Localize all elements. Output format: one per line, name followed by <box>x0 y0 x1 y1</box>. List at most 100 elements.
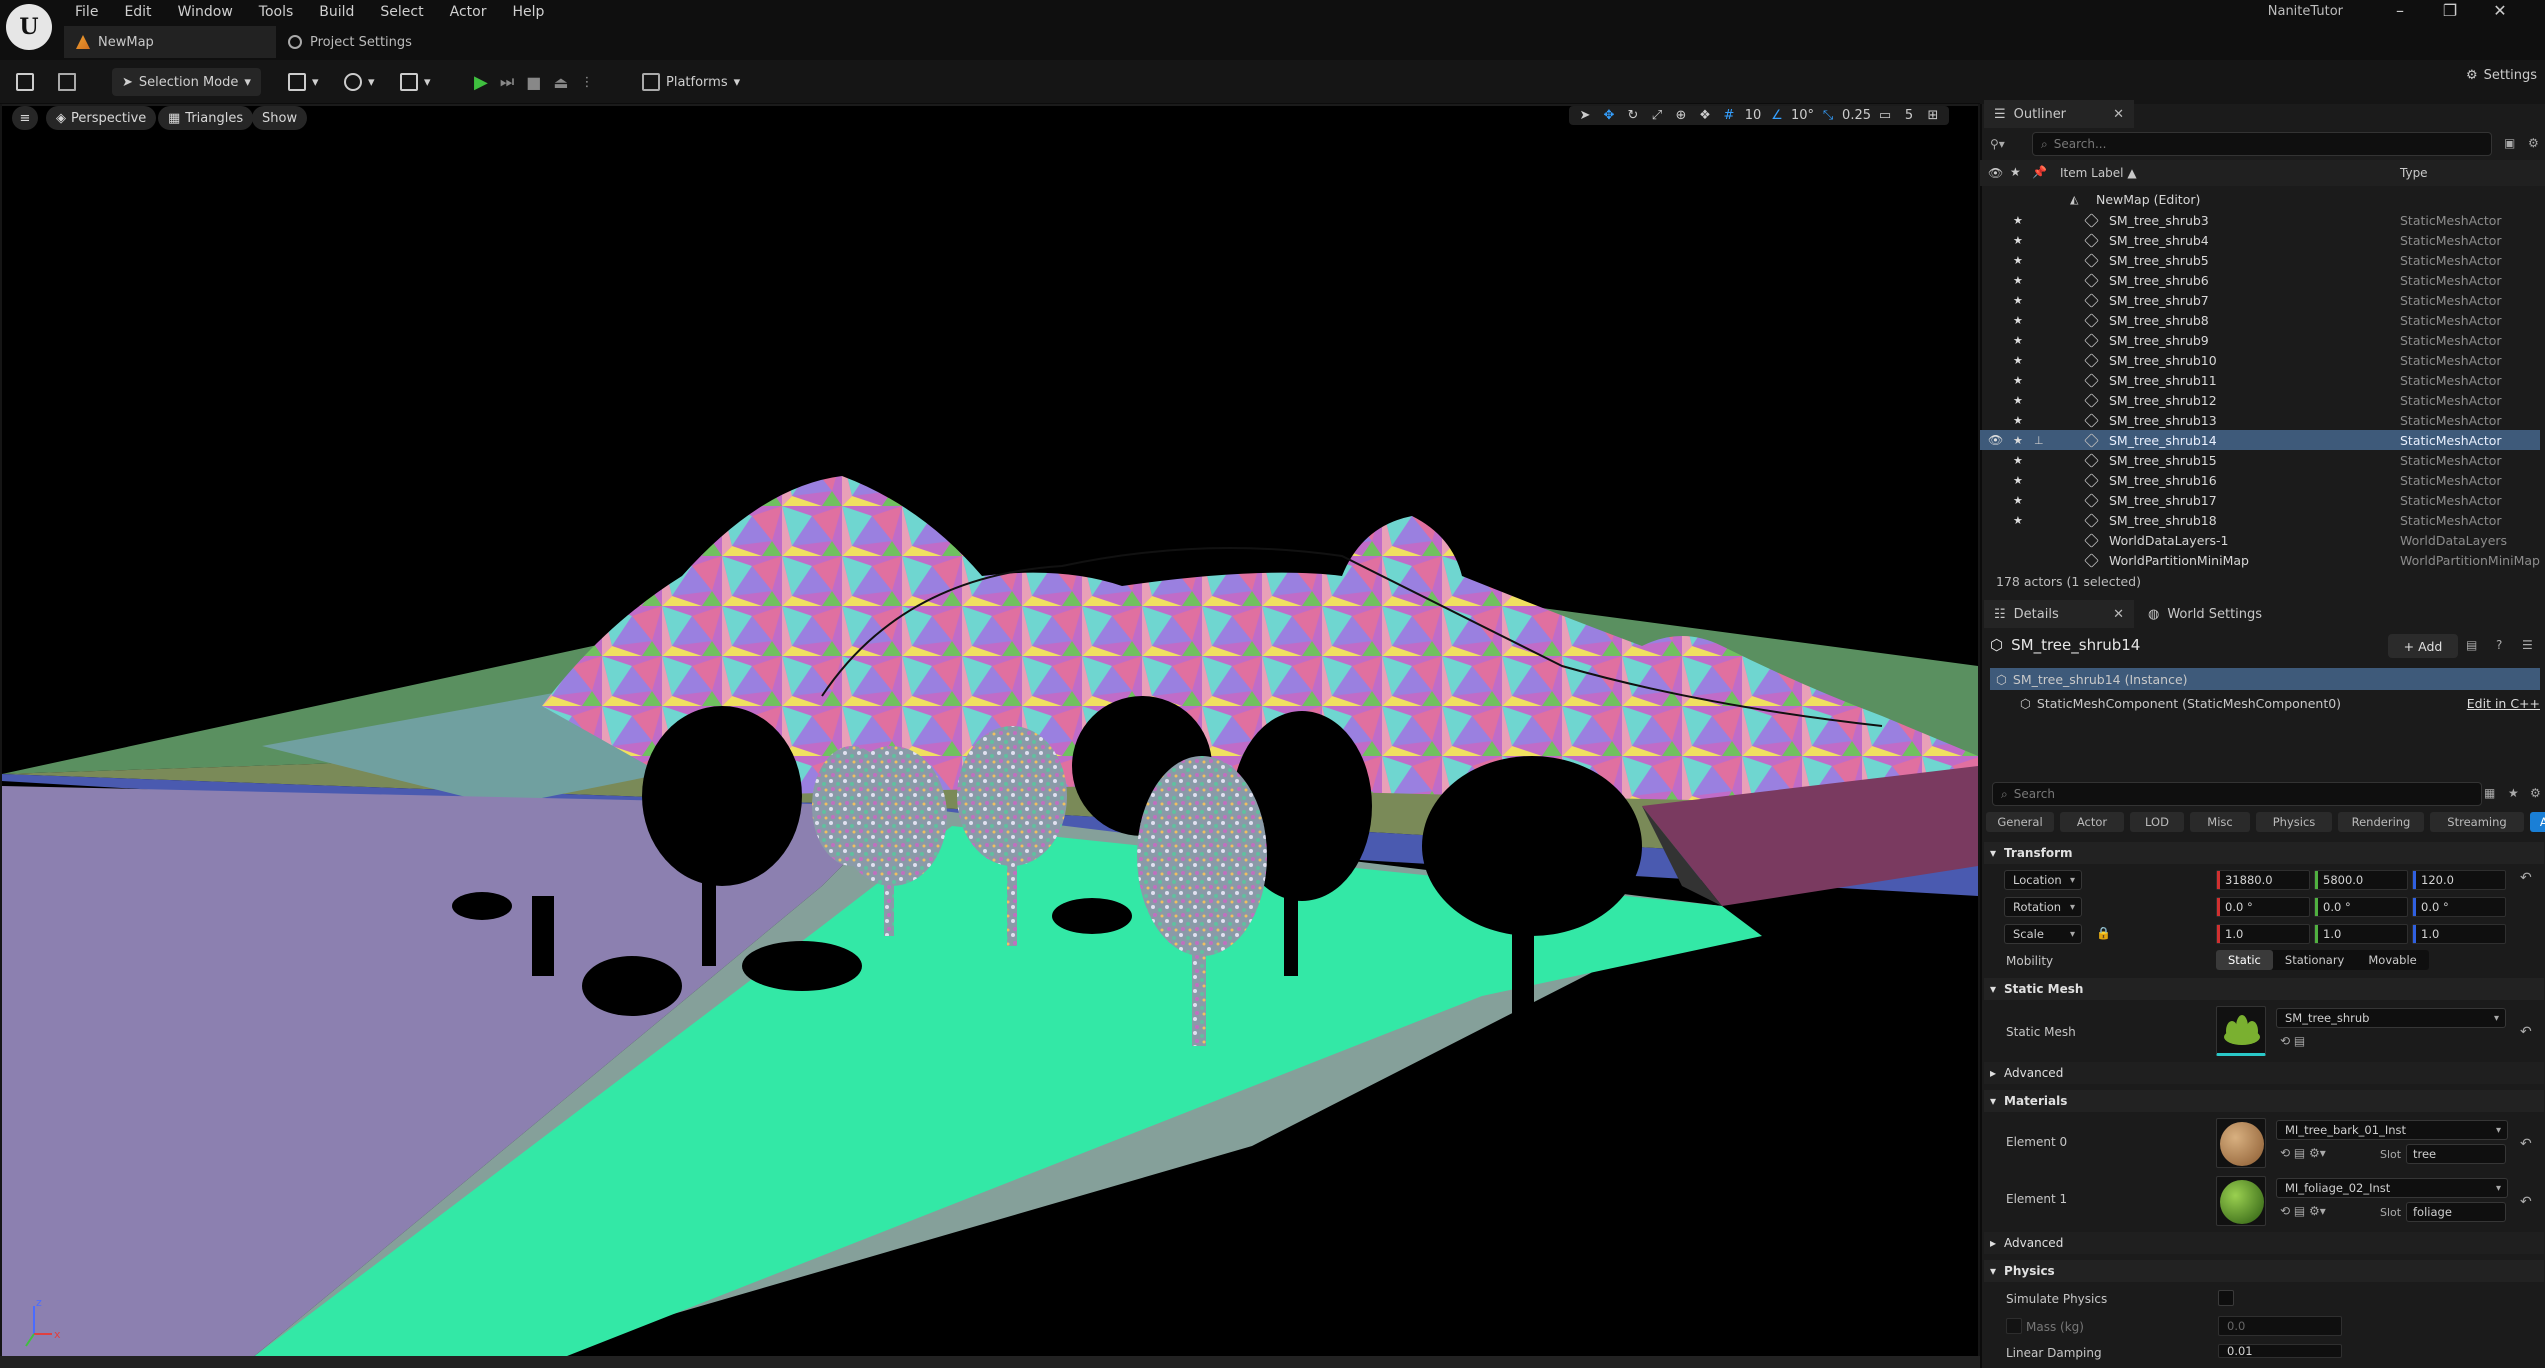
outliner-row[interactable]: ★ SM_tree_shrub10 StaticMeshActor <box>1980 350 2540 370</box>
reset-element-0-icon[interactable]: ↶ <box>2520 1136 2532 1152</box>
tab-outliner[interactable]: ☰ Outliner ✕ <box>1984 100 2134 128</box>
more-options-icon[interactable]: ⋮ <box>581 75 594 90</box>
lock-icon[interactable]: 🔒 <box>2096 926 2111 940</box>
filter-actor[interactable]: Actor <box>2060 812 2124 832</box>
pin-icon[interactable]: ⊥ <box>2034 434 2044 447</box>
outliner-settings-icon[interactable]: ⚙ <box>2528 136 2539 150</box>
layout-icon[interactable]: ⊞ <box>1923 108 1943 123</box>
reset-static-mesh-icon[interactable]: ↶ <box>2520 1024 2532 1040</box>
eject-icon[interactable]: ⏏ <box>553 73 568 92</box>
rotation-snap-value[interactable]: 10° <box>1791 108 1814 123</box>
cinematics-button[interactable]: ▾ <box>400 68 431 96</box>
menu-build[interactable]: Build <box>306 2 367 22</box>
visibility-icon[interactable]: 👁 <box>1988 433 2003 447</box>
mobility-stationary[interactable]: Stationary <box>2273 950 2356 970</box>
settings-icon[interactable]: ⚙ <box>2530 786 2541 800</box>
location-z-field[interactable]: 120.0 <box>2412 870 2506 890</box>
add-component-button[interactable]: + Add <box>2388 634 2458 658</box>
save-button[interactable] <box>16 68 34 96</box>
selection-mode-button[interactable]: ➤ Selection Mode ▾ <box>112 68 261 96</box>
filter-icon[interactable]: ⚲▾ <box>1990 137 2005 151</box>
outliner-row[interactable]: ★ SM_tree_shrub11 StaticMeshActor <box>1980 370 2540 390</box>
star-icon[interactable]: ★ <box>2013 414 2023 427</box>
star-icon[interactable]: ★ <box>2013 494 2023 507</box>
star-icon[interactable]: ★ <box>2013 394 2023 407</box>
rotation-snap-icon[interactable]: ∠ <box>1767 108 1787 123</box>
browse-icon[interactable]: ⟲ ▤ ⚙▾ <box>2280 1146 2326 1160</box>
help-icon[interactable]: ? <box>2496 638 2502 652</box>
star-icon[interactable]: ★ <box>2013 434 2023 447</box>
component-static-mesh[interactable]: ⬡ StaticMeshComponent (StaticMeshCompone… <box>1990 692 2540 714</box>
element-1-picker[interactable]: MI_foliage_02_Inst ▾ <box>2276 1178 2508 1198</box>
star-icon[interactable]: ★ <box>2013 314 2023 327</box>
outliner-row[interactable]: ★ SM_tree_shrub4 StaticMeshActor <box>1980 230 2540 250</box>
static-mesh-picker[interactable]: SM_tree_shrub ▾ <box>2276 1008 2506 1028</box>
section-transform[interactable]: ▾ Transform <box>1984 842 2544 864</box>
star-icon[interactable]: ★ <box>2508 786 2519 800</box>
column-item-label[interactable]: Item Label ▲ <box>2060 166 2137 180</box>
world-space-icon[interactable]: ⊕ <box>1671 108 1691 123</box>
close-icon[interactable]: ✕ <box>2475 0 2525 22</box>
scale-snap-value[interactable]: 0.25 <box>1842 108 1871 123</box>
linear-damping-field[interactable]: 0.01 <box>2218 1344 2342 1358</box>
star-icon[interactable]: ★ <box>2013 214 2023 227</box>
tab-world-settings[interactable]: ◍ World Settings <box>2138 600 2308 628</box>
blueprint-icon[interactable]: ▤ <box>2466 638 2477 652</box>
tab-project-settings[interactable]: Project Settings <box>276 26 436 58</box>
filter-misc[interactable]: Misc <box>2190 812 2250 832</box>
mobility-movable[interactable]: Movable <box>2356 950 2428 970</box>
add-folder-icon[interactable]: ▣ <box>2504 136 2515 150</box>
menu-select[interactable]: Select <box>367 2 436 22</box>
outliner-row[interactable]: ★ SM_tree_shrub9 StaticMeshActor <box>1980 330 2540 350</box>
edit-cpp-link[interactable]: Edit in C++ <box>2467 696 2540 711</box>
section-static-mesh[interactable]: ▾ Static Mesh <box>1984 978 2544 1000</box>
pin-icon[interactable]: 📌 <box>2032 165 2047 179</box>
visibility-icon[interactable]: 👁 <box>1988 166 2003 180</box>
reset-element-1-icon[interactable]: ↶ <box>2520 1194 2532 1210</box>
section-materials[interactable]: ▾ Materials <box>1984 1090 2544 1112</box>
rotate-tool-icon[interactable]: ↻ <box>1623 108 1643 123</box>
outliner-row[interactable]: ★ SM_tree_shrub16 StaticMeshActor <box>1980 470 2540 490</box>
star-icon[interactable]: ★ <box>2013 514 2023 527</box>
camera-speed-icon[interactable]: ▭ <box>1875 108 1895 123</box>
blueprint-button[interactable]: ▾ <box>344 68 375 96</box>
select-tool-icon[interactable]: ➤ <box>1575 108 1595 123</box>
star-icon[interactable]: ★ <box>2013 374 2023 387</box>
outliner-row[interactable]: ★ SM_tree_shrub15 StaticMeshActor <box>1980 450 2540 470</box>
rotation-z-field[interactable]: 0.0 ° <box>2412 897 2506 917</box>
grid-view-icon[interactable]: ▦ <box>2484 786 2495 800</box>
location-y-field[interactable]: 5800.0 <box>2314 870 2408 890</box>
close-icon[interactable]: ✕ <box>2113 107 2124 122</box>
outliner-row[interactable]: ★ SM_tree_shrub17 StaticMeshActor <box>1980 490 2540 510</box>
show-button[interactable]: Show <box>252 106 308 130</box>
scale-y-field[interactable]: 1.0 <box>2314 924 2408 944</box>
outliner-root[interactable]: ◭ NewMap (Editor) <box>1980 189 2540 209</box>
scale-snap-icon[interactable]: ⤡ <box>1818 108 1838 123</box>
element-0-picker[interactable]: MI_tree_bark_01_Inst ▾ <box>2276 1120 2508 1140</box>
menu-tools[interactable]: Tools <box>246 2 307 22</box>
rotation-dropdown[interactable]: Rotation ▾ <box>2004 897 2082 917</box>
section-physics[interactable]: ▾ Physics <box>1984 1260 2544 1282</box>
star-icon[interactable]: ★ <box>2013 454 2023 467</box>
unreal-logo-icon[interactable]: U <box>6 4 52 50</box>
simulate-physics-checkbox[interactable] <box>2218 1290 2234 1306</box>
rotation-x-field[interactable]: 0.0 ° <box>2216 897 2310 917</box>
content-browser-button[interactable] <box>58 68 76 96</box>
filter-rendering[interactable]: Rendering <box>2338 812 2424 832</box>
scale-tool-icon[interactable]: ⤢ <box>1647 108 1667 123</box>
outliner-row[interactable]: ★ SM_tree_shrub3 StaticMeshActor <box>1980 210 2540 230</box>
browse-icon[interactable]: ⟲ ▤ <box>2280 1034 2305 1048</box>
viewport-menu-button[interactable]: ≡ <box>12 106 38 130</box>
browse-icon[interactable]: ⟲ ▤ ⚙▾ <box>2280 1204 2326 1218</box>
step-icon[interactable]: ⏭ <box>500 72 514 92</box>
component-instance[interactable]: ⬡ SM_tree_shrub14 (Instance) <box>1990 668 2540 690</box>
filter-all[interactable]: All <box>2530 812 2545 832</box>
outliner-row[interactable]: WorldDataLayers-1 WorldDataLayers <box>1980 530 2540 550</box>
outliner-row[interactable]: 👁 ⊥ ★ SM_tree_shrub14 StaticMeshActor <box>1980 430 2540 450</box>
lock-icon[interactable]: ☰ <box>2522 638 2533 652</box>
grid-snap-icon[interactable]: # <box>1719 108 1739 123</box>
outliner-row[interactable]: ★ SM_tree_shrub13 StaticMeshActor <box>1980 410 2540 430</box>
rotation-y-field[interactable]: 0.0 ° <box>2314 897 2408 917</box>
menu-actor[interactable]: Actor <box>437 2 500 22</box>
star-icon[interactable]: ★ <box>2010 165 2021 179</box>
